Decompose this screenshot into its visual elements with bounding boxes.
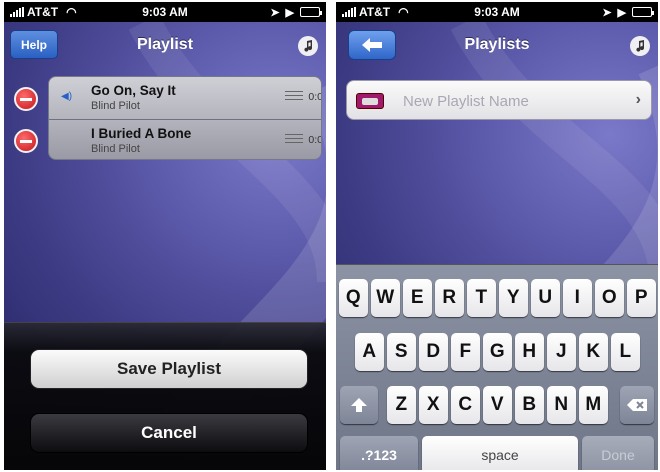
key-c[interactable]: C [451, 386, 480, 424]
key-y[interactable]: Y [499, 279, 528, 317]
key-r[interactable]: R [435, 279, 464, 317]
action-sheet: Save Playlist Cancel [4, 322, 326, 470]
signal-icon [10, 7, 24, 17]
music-note-icon[interactable] [298, 36, 318, 56]
help-button[interactable]: Help [10, 30, 58, 59]
play-icon: ▶ [285, 6, 294, 19]
song-duration: 0:0 [308, 91, 322, 103]
backspace-key[interactable] [620, 386, 654, 424]
key-i[interactable]: I [563, 279, 592, 317]
song-list: ◀) Go On, Say It Blind Pilot 0:0 I Burie… [48, 76, 322, 160]
reorder-grip-icon[interactable] [285, 134, 303, 145]
list-item[interactable]: ◀) Go On, Say It Blind Pilot 0:0 [49, 77, 321, 119]
page-title: Playlist [136, 36, 194, 53]
playlist-name-input[interactable] [403, 90, 623, 112]
song-artist: Blind Pilot [91, 143, 140, 155]
keyboard: QWERTYUIOP ASDFGHJKL ZXCVBNM .?123 space… [336, 264, 658, 470]
song-duration: 0:0 [308, 134, 322, 146]
delete-song-button[interactable] [14, 129, 38, 153]
key-m[interactable]: M [579, 386, 608, 424]
back-button[interactable] [348, 30, 396, 60]
battery-icon [632, 7, 654, 17]
key-x[interactable]: X [419, 386, 448, 424]
list-item[interactable]: I Buried A Bone Blind Pilot 0:0 [49, 119, 322, 159]
done-key[interactable]: Done [582, 436, 654, 470]
key-z[interactable]: Z [387, 386, 416, 424]
key-n[interactable]: N [547, 386, 576, 424]
playlist-edit-screen: AT&T ◠ 9:03 AM ➤ ▶ Help Playlist ◀) Go O… [4, 2, 326, 470]
key-u[interactable]: U [531, 279, 560, 317]
key-p[interactable]: P [627, 279, 656, 317]
new-playlist-field[interactable]: › [346, 80, 652, 120]
signal-icon [342, 7, 356, 17]
key-e[interactable]: E [403, 279, 432, 317]
save-playlist-button[interactable]: Save Playlist [30, 349, 308, 389]
song-title: I Buried A Bone [91, 126, 192, 141]
battery-icon [300, 7, 322, 17]
status-bar: AT&T ◠ 9:03 AM ➤ ▶ [336, 2, 658, 22]
key-v[interactable]: V [483, 386, 512, 424]
cancel-button[interactable]: Cancel [30, 413, 308, 453]
key-q[interactable]: Q [339, 279, 368, 317]
song-artist: Blind Pilot [91, 100, 140, 112]
key-t[interactable]: T [467, 279, 496, 317]
speaker-icon: ◀) [61, 91, 73, 102]
key-k[interactable]: K [579, 333, 608, 371]
key-g[interactable]: G [483, 333, 512, 371]
back-arrow-icon [362, 38, 382, 52]
wifi-icon: ◠ [66, 5, 77, 19]
wifi-icon: ◠ [398, 5, 409, 19]
space-key[interactable]: space [422, 436, 578, 470]
play-icon: ▶ [617, 6, 626, 19]
cassette-icon [356, 93, 384, 109]
numbers-key[interactable]: .?123 [340, 436, 418, 470]
status-bar: AT&T ◠ 9:03 AM ➤ ▶ [4, 2, 326, 22]
carrier-label: AT&T [27, 5, 59, 19]
key-l[interactable]: L [611, 333, 640, 371]
shift-key[interactable] [340, 386, 378, 424]
key-s[interactable]: S [387, 333, 416, 371]
key-h[interactable]: H [515, 333, 544, 371]
location-icon: ➤ [602, 6, 612, 19]
key-j[interactable]: J [547, 333, 576, 371]
key-a[interactable]: A [355, 333, 384, 371]
location-icon: ➤ [270, 6, 280, 19]
key-f[interactable]: F [451, 333, 480, 371]
key-w[interactable]: W [371, 279, 400, 317]
key-d[interactable]: D [419, 333, 448, 371]
nav-bar: Playlists [336, 22, 658, 68]
page-title: Playlists [464, 36, 530, 53]
song-title: Go On, Say It [91, 83, 176, 98]
reorder-grip-icon[interactable] [285, 91, 303, 102]
music-note-icon[interactable] [630, 36, 650, 56]
key-o[interactable]: O [595, 279, 624, 317]
key-b[interactable]: B [515, 386, 544, 424]
nav-bar: Help Playlist [4, 22, 326, 68]
carrier-label: AT&T [359, 5, 391, 19]
delete-song-button[interactable] [14, 87, 38, 111]
chevron-right-icon: › [635, 91, 641, 108]
new-playlist-screen: AT&T ◠ 9:03 AM ➤ ▶ Playlists › QWERTYUIO… [336, 2, 658, 470]
